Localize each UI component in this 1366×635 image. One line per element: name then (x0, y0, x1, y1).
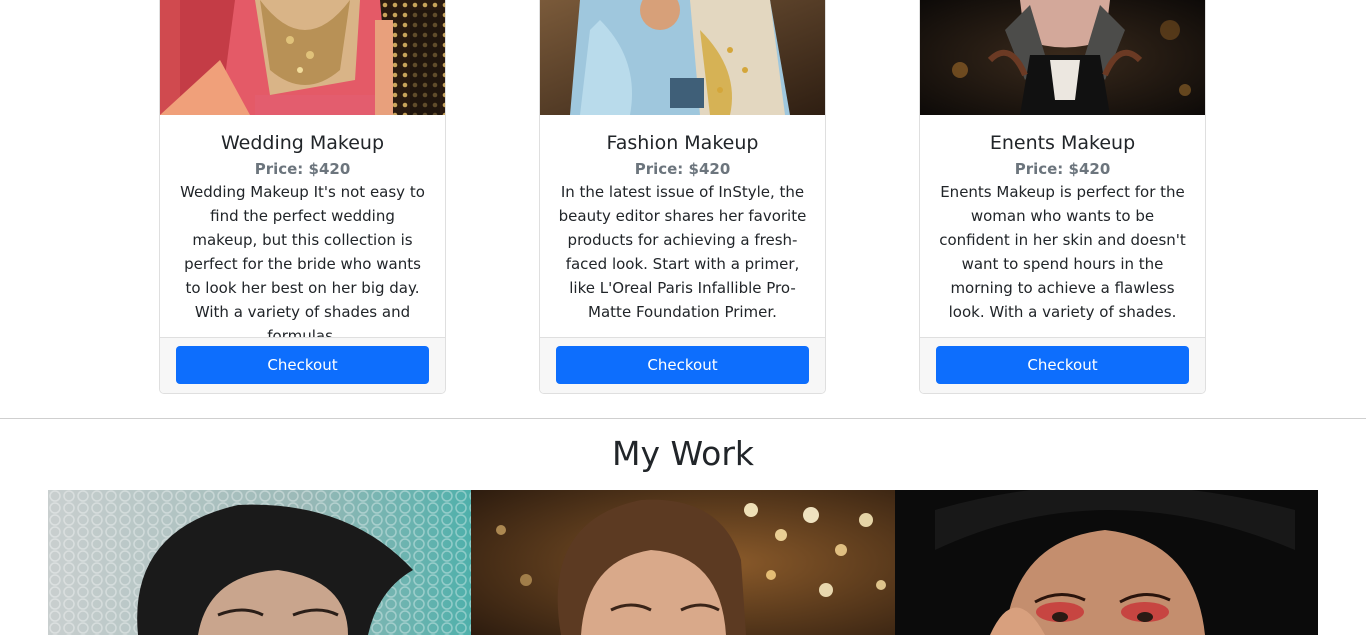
events-makeup-image (920, 0, 1205, 115)
service-card-events: Enents Makeup Price: $420 Enents Makeup … (919, 0, 1206, 394)
card-footer: Checkout (160, 337, 445, 393)
section-divider (0, 418, 1366, 419)
service-card-wedding: Wedding Makeup Price: $420 Wedding Makeu… (159, 0, 446, 394)
gallery-image-red-eyeshadow-portrait (895, 490, 1318, 635)
card-title: Wedding Makeup (220, 132, 385, 154)
wedding-makeup-image (160, 0, 445, 115)
gallery-image-glitter-portrait (471, 490, 895, 635)
card-footer: Checkout (920, 337, 1205, 393)
card-price: Price: $420 (254, 160, 351, 178)
card-footer: Checkout (540, 337, 825, 393)
card-price: Price: $420 (1014, 160, 1111, 178)
fashion-makeup-image (540, 0, 825, 115)
card-description: Enents Makeup is perfect for the woman w… (939, 183, 1186, 321)
checkout-button[interactable]: Checkout (936, 346, 1189, 384)
my-work-heading: My Work (611, 434, 755, 473)
service-card-fashion: Fashion Makeup Price: $420 In the latest… (539, 0, 826, 394)
gallery-image-hooded-woman (48, 490, 471, 635)
card-description: Wedding Makeup It's not easy to find the… (180, 183, 425, 345)
card-title: Enents Makeup (989, 132, 1136, 154)
card-price: Price: $420 (634, 160, 731, 178)
card-description: In the latest issue of InStyle, the beau… (558, 183, 807, 321)
checkout-button[interactable]: Checkout (556, 346, 809, 384)
checkout-button[interactable]: Checkout (176, 346, 429, 384)
card-title: Fashion Makeup (606, 132, 759, 154)
